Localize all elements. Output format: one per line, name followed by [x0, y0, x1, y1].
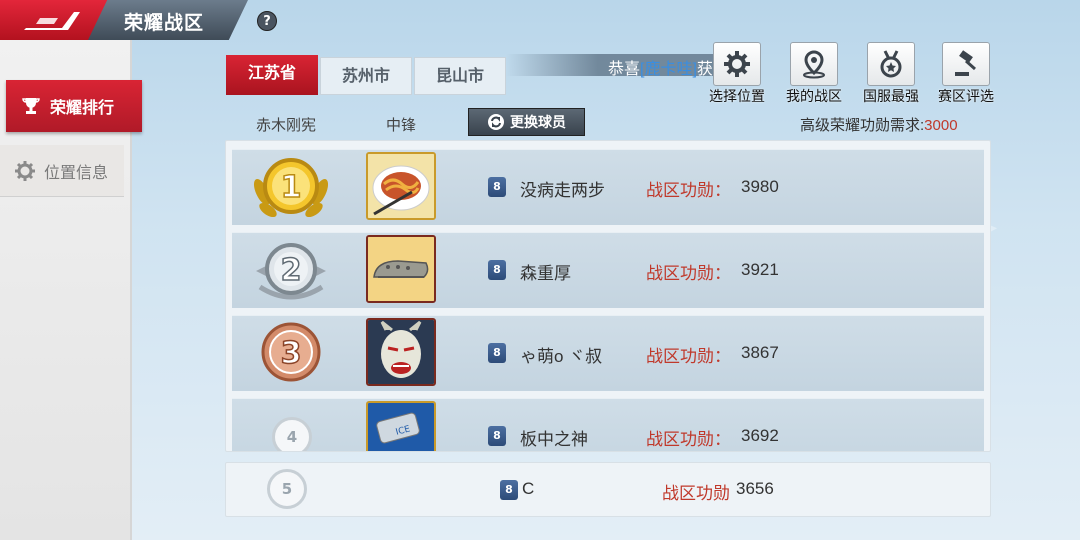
my-zone-icon-box: [790, 42, 838, 86]
trophy-icon: [22, 98, 40, 114]
zone-election-button[interactable]: 赛区评选: [929, 42, 1003, 106]
help-button[interactable]: ?: [257, 11, 277, 31]
requirement-label: 高级荣耀功勋需求:: [800, 117, 925, 134]
shoe-avatar-icon: [368, 237, 434, 301]
swap-icon: [488, 114, 504, 130]
top-bar: 荣耀战区 ?: [0, 0, 277, 40]
player-level-badge: 8: [488, 260, 506, 280]
logo-icon: [24, 12, 80, 30]
swap-player-label: 更换球员: [510, 114, 566, 130]
my-zone-label: 我的战区: [786, 88, 842, 104]
my-merit-label: 战区功勋: [662, 484, 730, 503]
tab-district[interactable]: 昆山市: [414, 57, 506, 95]
my-rank-number: 5: [267, 469, 307, 509]
rank-number: 4: [272, 417, 312, 451]
server-best-label: 国服最强: [863, 88, 919, 104]
sidebar-item-honor-ranking[interactable]: 荣耀排行: [6, 80, 142, 132]
merit-value: 3980: [741, 177, 779, 196]
requirement-value: 3000: [924, 117, 958, 134]
server-best-button[interactable]: 国服最强: [854, 42, 928, 106]
player-avatar: [366, 152, 436, 220]
ticker-prefix: 恭喜: [608, 61, 641, 78]
merit-value: 3867: [741, 343, 779, 362]
player-name: 板中之神: [520, 430, 588, 449]
ticker-player-name: [鹿卡哇]: [640, 61, 697, 78]
my-ranking-row: 5 8 C 战区功勋 3656: [225, 462, 991, 517]
sidebar-item-label: 荣耀排行: [50, 100, 115, 117]
ranking-row[interactable]: 2 8 森重厚 战区功勋： 3921: [232, 232, 984, 308]
ranking-row[interactable]: 3 8 ゃ萌o ヾ叔 战区功勋： 3867: [232, 315, 984, 391]
merit-value: 3692: [741, 426, 779, 445]
merit-label: 战区功勋：: [646, 430, 731, 449]
map-pin-icon: [803, 50, 825, 79]
player-level-badge: 8: [488, 343, 506, 363]
requirement-text: 高级荣耀功勋需求:3000: [800, 114, 958, 135]
tab-province[interactable]: 江苏省: [226, 55, 318, 95]
select-location-icon-box: [713, 42, 761, 86]
bronze-medal-icon: 3: [261, 322, 321, 382]
swap-player-button[interactable]: 更换球员: [468, 108, 585, 136]
player-name: 没病走两步: [520, 181, 605, 200]
my-level-badge: 8: [500, 480, 518, 500]
announcement-ticker: 恭喜[鹿卡哇]获: [608, 55, 713, 79]
server-best-icon-box: [867, 42, 915, 86]
sidebar-item-location-info[interactable]: 位置信息: [0, 145, 124, 197]
player-avatar: [366, 318, 436, 386]
player-name: ゃ萌o ヾ叔: [520, 347, 603, 366]
merit-label: 战区功勋：: [646, 264, 731, 283]
medal-icon: [880, 50, 902, 78]
silver-medal-icon: 2: [256, 243, 326, 300]
my-zone-button[interactable]: 我的战区: [777, 42, 851, 106]
zone-election-icon-box: [942, 42, 990, 86]
medal-rank-label: 3: [281, 336, 302, 371]
sidebar-item-label: 位置信息: [44, 164, 109, 182]
medal-rank-label: 1: [281, 170, 302, 205]
player-level-badge: 8: [488, 177, 506, 197]
player-avatar: [366, 235, 436, 303]
tab-city[interactable]: 苏州市: [320, 57, 412, 95]
merit-value: 3921: [741, 260, 779, 279]
drink-can-avatar-icon: ICE: [368, 403, 434, 451]
player-avatar: ICE: [366, 401, 436, 451]
select-location-button[interactable]: 选择位置: [700, 42, 774, 106]
gavel-icon: [955, 50, 976, 76]
gold-medal-icon: 1: [253, 158, 329, 218]
player-level-badge: 8: [488, 426, 506, 446]
oni-mask-avatar-icon: [368, 320, 434, 384]
sidebar: 荣耀排行 位置信息: [0, 40, 142, 540]
my-player-name: C: [522, 479, 535, 498]
medal-rank-label: 2: [281, 253, 302, 288]
current-player-name: 赤木刚宪: [256, 117, 317, 134]
gear-icon: [15, 160, 35, 181]
current-player-position: 中锋: [386, 117, 417, 134]
merit-label: 战区功勋：: [646, 347, 731, 366]
ranking-row[interactable]: 4 ICE 8 板中之神 战区功勋： 3692: [232, 398, 984, 451]
noodles-avatar-icon: [368, 154, 434, 218]
ranking-list[interactable]: 1 8 没病走两步 战区功勋： 3980 2 8 森重厚 战区功勋： 3921 …: [225, 140, 991, 452]
zone-election-label: 赛区评选: [938, 88, 994, 104]
merit-label: 战区功勋：: [646, 181, 731, 200]
select-location-label: 选择位置: [709, 88, 765, 104]
player-name: 森重厚: [520, 264, 571, 283]
page-title: 荣耀战区: [124, 13, 205, 34]
my-merit-value: 3656: [736, 479, 774, 498]
ranking-row[interactable]: 1 8 没病走两步 战区功勋： 3980: [232, 149, 984, 225]
gear-icon: [724, 51, 750, 77]
